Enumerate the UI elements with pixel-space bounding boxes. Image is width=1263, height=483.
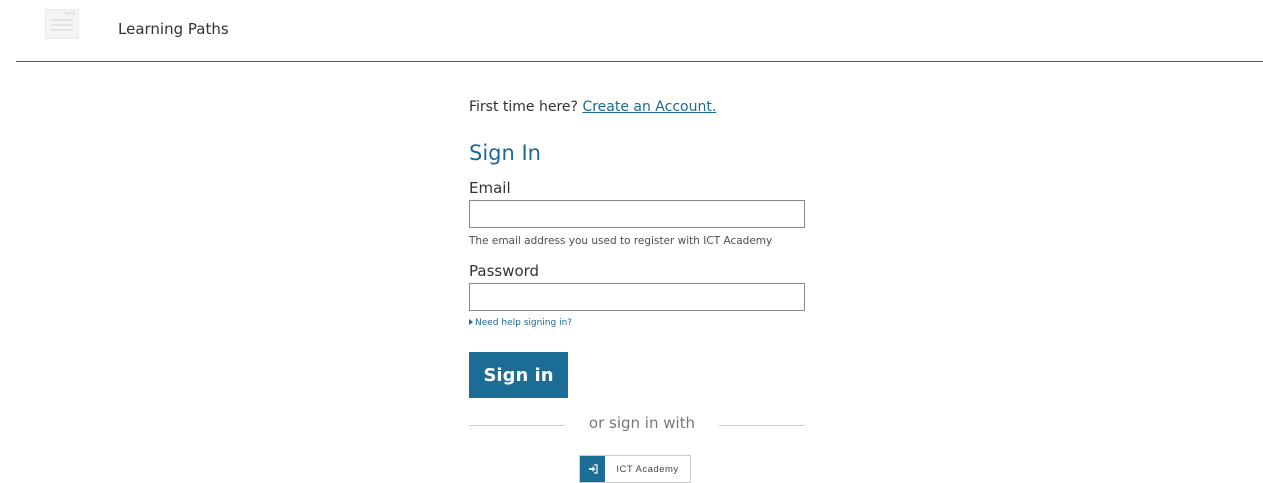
signin-title: Sign In (469, 141, 541, 165)
first-time-line: First time here? Create an Account. (469, 99, 716, 115)
provider-label: ICT Academy (616, 463, 679, 475)
ict-academy-signin-button[interactable]: ICT Academy (579, 455, 691, 483)
brand-title[interactable]: Learning Paths (118, 20, 229, 38)
divider-line-right (719, 425, 805, 426)
site-header: Learning Paths (16, 0, 1263, 62)
password-field[interactable] (469, 283, 805, 311)
help-signin-text: Need help signing in? (475, 318, 573, 328)
document-logo-icon[interactable] (45, 9, 79, 39)
sign-in-icon (580, 456, 605, 482)
alt-signin-text: or sign in with (588, 414, 696, 432)
email-hint: The email address you used to register w… (469, 235, 773, 247)
email-label: Email (469, 179, 511, 197)
first-time-text: First time here? (469, 99, 578, 115)
caret-right-icon (469, 319, 473, 325)
email-field[interactable] (469, 200, 805, 228)
help-signin-link[interactable]: Need help signing in? (469, 318, 572, 328)
divider-line-left (469, 425, 565, 426)
sign-in-button[interactable]: Sign in (469, 352, 568, 398)
alt-signin-divider: or sign in with (469, 414, 805, 434)
password-label: Password (469, 262, 540, 280)
create-account-link[interactable]: Create an Account. (582, 99, 716, 115)
